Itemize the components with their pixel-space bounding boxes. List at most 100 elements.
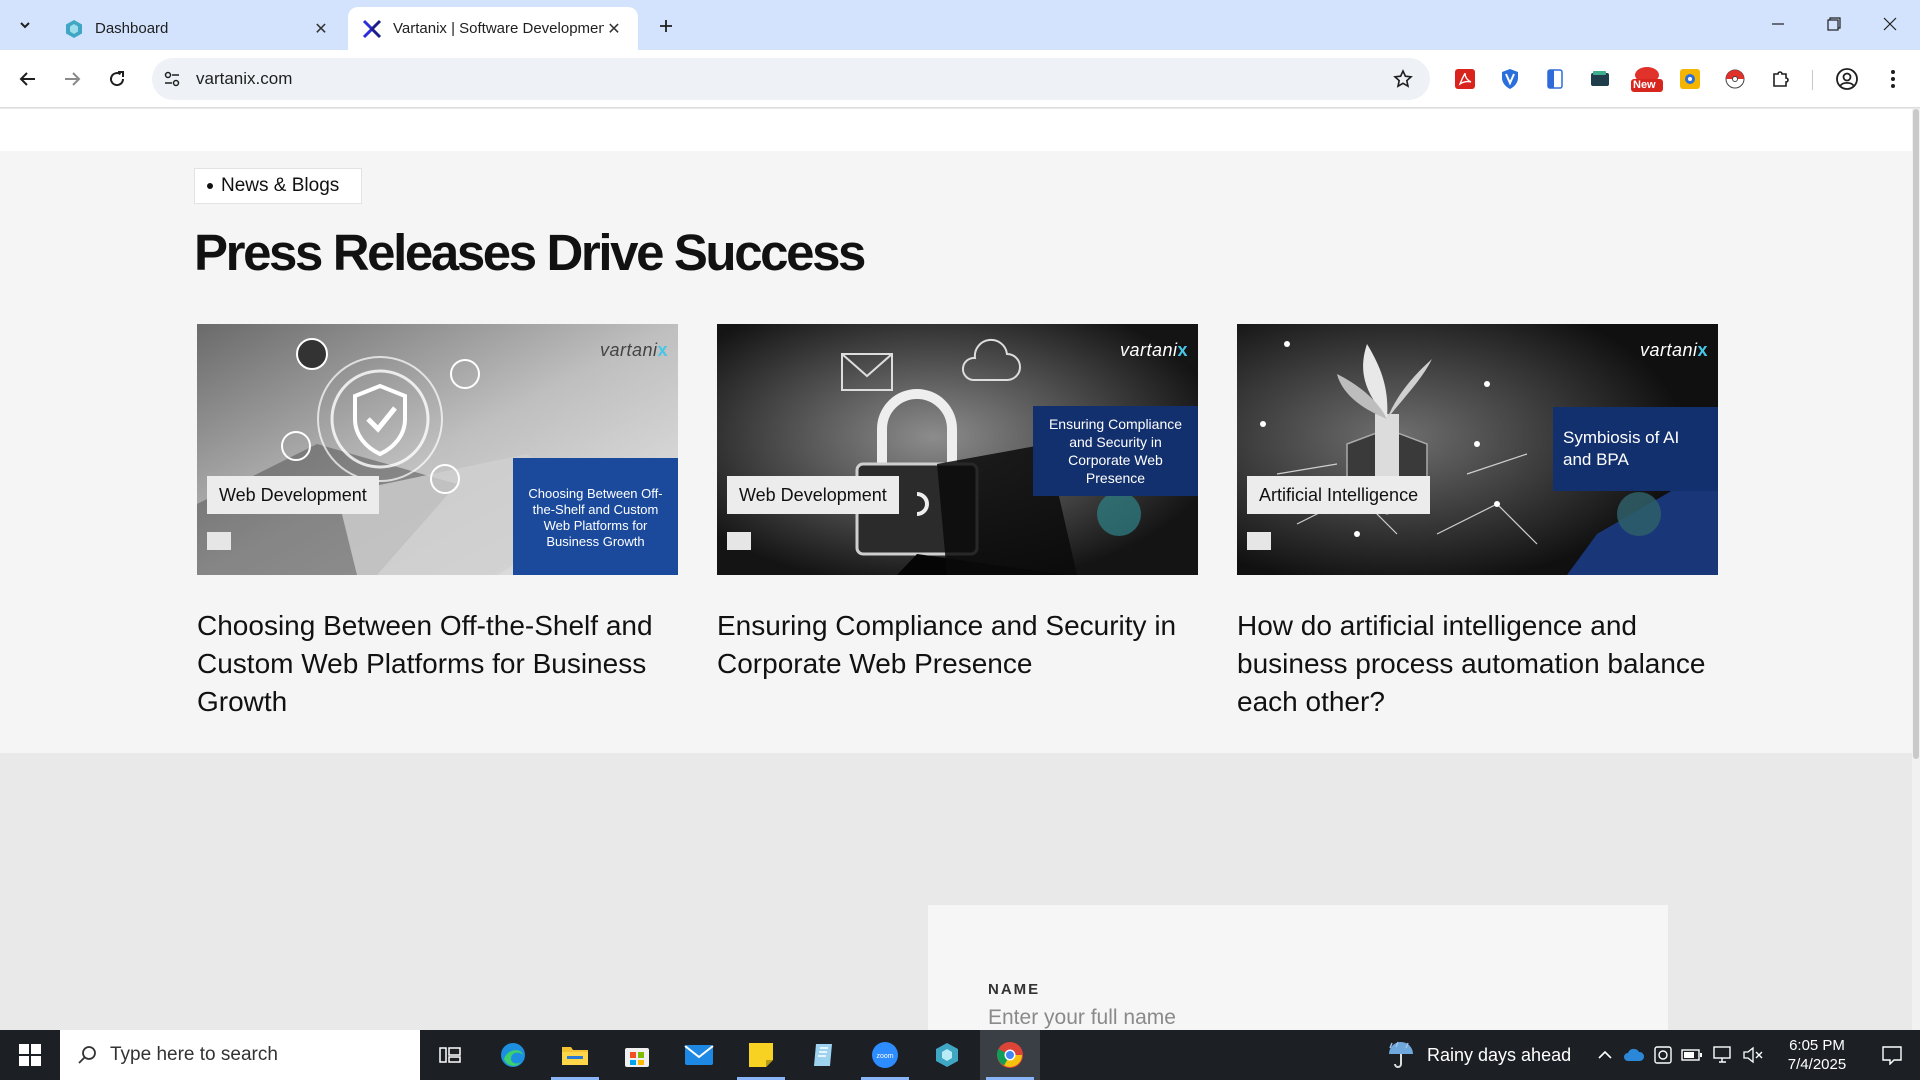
- category-badge[interactable]: Web Development: [207, 476, 379, 514]
- address-bar[interactable]: vartanix.com: [152, 58, 1430, 100]
- toolbar-divider: [1812, 70, 1813, 90]
- new-tab-button[interactable]: [652, 12, 680, 40]
- system-clock[interactable]: 6:05 PM 7/4/2025: [1772, 1036, 1862, 1074]
- zoom-icon[interactable]: zoom: [855, 1030, 915, 1080]
- name-label: NAME: [988, 981, 1041, 998]
- svg-text:zoom: zoom: [876, 1053, 893, 1060]
- web-page: News & Blogs Press Releases Drive Succes…: [0, 109, 1920, 1030]
- site-settings-icon[interactable]: [162, 69, 182, 89]
- section-tag-label: News & Blogs: [221, 175, 340, 196]
- mail-icon[interactable]: [669, 1030, 729, 1080]
- reload-button[interactable]: [102, 64, 132, 94]
- bullet-dot: [207, 183, 213, 189]
- puzzle-icon[interactable]: [1768, 66, 1794, 92]
- name-input[interactable]: [988, 1003, 1608, 1030]
- decorative-square: [1247, 532, 1271, 550]
- notepad-icon[interactable]: [793, 1030, 853, 1080]
- blog-card-image[interactable]: vartanix Symbiosis of AI and BPA Artific…: [1237, 324, 1718, 575]
- section-tag: News & Blogs: [194, 168, 363, 204]
- weather-widget[interactable]: Rainy days ahead: [1385, 1030, 1571, 1080]
- back-button[interactable]: [13, 64, 43, 94]
- wallet-icon[interactable]: [1587, 66, 1613, 92]
- microsoft-store-icon[interactable]: [607, 1030, 667, 1080]
- tab-dashboard[interactable]: Dashboard ✕: [50, 7, 345, 50]
- notifications-icon[interactable]: [1864, 1030, 1920, 1080]
- vartanix-favicon-icon: [362, 19, 382, 38]
- brand-logo: vartanix: [599, 340, 668, 360]
- file-explorer-icon[interactable]: [545, 1030, 605, 1080]
- clock-date: 7/4/2025: [1787, 1056, 1847, 1073]
- shield-icon[interactable]: [1497, 66, 1523, 92]
- blog-card[interactable]: vartanix Symbiosis of AI and BPA Artific…: [1237, 324, 1718, 721]
- volume-muted-icon[interactable]: [1740, 1030, 1766, 1080]
- onedrive-cloud-icon[interactable]: [1621, 1030, 1647, 1080]
- umbrella-rain-icon: [1385, 1039, 1417, 1071]
- tab-title: Vartanix | Software Development: [393, 20, 604, 37]
- blog-card-image[interactable]: vartanix Choosing Between Off-the-Shelf …: [197, 324, 678, 575]
- task-view-icon[interactable]: [420, 1030, 480, 1080]
- chevron-up-icon[interactable]: [1592, 1030, 1618, 1080]
- forward-button[interactable]: [57, 64, 87, 94]
- camera-icon[interactable]: [1677, 66, 1703, 92]
- document-icon[interactable]: [1542, 66, 1568, 92]
- weather-text: Rainy days ahead: [1427, 1044, 1572, 1065]
- category-badge[interactable]: Artificial Intelligence: [1247, 476, 1431, 514]
- blog-card-image[interactable]: vartanix Ensuring Compliance and Securit…: [717, 324, 1198, 575]
- section-title: Press Releases Drive Success: [194, 224, 866, 281]
- profile-icon[interactable]: [1834, 66, 1860, 92]
- sticky-notes-icon[interactable]: [731, 1030, 791, 1080]
- windows-logo-icon: [19, 1044, 41, 1066]
- taskbar: Type here to search zoom Rainy days ahea…: [0, 1030, 1920, 1080]
- scrollbar-thumb[interactable]: [1913, 109, 1919, 759]
- post-title[interactable]: Choosing Between Off-the-Shelf and Custo…: [197, 607, 678, 721]
- close-tab-icon[interactable]: ✕: [311, 19, 331, 39]
- chevron-down-icon: [20, 22, 30, 29]
- header-strip: [0, 109, 1920, 151]
- decorative-square: [207, 532, 231, 550]
- security-center-icon[interactable]: [1650, 1030, 1676, 1080]
- acrobat-icon[interactable]: [1452, 66, 1478, 92]
- edge-icon[interactable]: [483, 1030, 543, 1080]
- restore-icon: [1827, 17, 1841, 31]
- reload-icon: [110, 71, 125, 87]
- pokeball-icon[interactable]: [1722, 66, 1748, 92]
- tab-title: Dashboard: [95, 20, 169, 37]
- brand-logo: vartanix: [1119, 340, 1188, 360]
- contact-form: NAME: [928, 905, 1668, 1030]
- search-placeholder: Type here to search: [110, 1044, 278, 1065]
- arrow-left-icon: [19, 72, 35, 86]
- arrow-right-icon: [65, 72, 81, 86]
- brand-logo: vartanix: [1639, 340, 1708, 360]
- blog-card[interactable]: vartanix Choosing Between Off-the-Shelf …: [197, 324, 678, 721]
- network-icon[interactable]: [1710, 1030, 1736, 1080]
- close-tab-icon[interactable]: ✕: [604, 19, 624, 39]
- restore-button[interactable]: [1806, 0, 1862, 48]
- chrome-icon[interactable]: [980, 1030, 1040, 1080]
- page-scrollbar[interactable]: [1912, 109, 1920, 1030]
- image-caption: Ensuring Compliance and Security in Corp…: [1033, 406, 1198, 496]
- battery-icon[interactable]: [1679, 1030, 1705, 1080]
- app-hexagon-icon[interactable]: [917, 1030, 977, 1080]
- image-caption: Choosing Between Off-the-Shelf and Custo…: [513, 458, 678, 575]
- decorative-square: [727, 532, 751, 550]
- post-title[interactable]: How do artificial intelligence and busin…: [1237, 607, 1718, 721]
- close-window-button[interactable]: [1862, 0, 1918, 48]
- close-icon: [1883, 17, 1897, 31]
- plus-icon: [660, 20, 672, 32]
- minimize-button[interactable]: [1750, 0, 1806, 48]
- menu-kebab-icon[interactable]: [1880, 66, 1906, 92]
- tab-bar: Dashboard ✕ Vartanix | Software Developm…: [0, 0, 1920, 50]
- navigation-bar: vartanix.com New: [0, 50, 1920, 108]
- clock-time: 6:05 PM: [1789, 1037, 1845, 1054]
- new-badge-icon[interactable]: New: [1630, 66, 1664, 92]
- dashboard-favicon-icon: [66, 19, 82, 38]
- taskbar-search[interactable]: Type here to search: [60, 1030, 420, 1080]
- news-section: News & Blogs Press Releases Drive Succes…: [0, 151, 1920, 753]
- blog-card[interactable]: vartanix Ensuring Compliance and Securit…: [717, 324, 1198, 683]
- bookmark-star-icon[interactable]: [1392, 68, 1414, 90]
- tab-vartanix[interactable]: Vartanix | Software Development ✕: [348, 7, 638, 50]
- category-badge[interactable]: Web Development: [727, 476, 899, 514]
- tab-search-button[interactable]: [8, 10, 42, 40]
- post-title[interactable]: Ensuring Compliance and Security in Corp…: [717, 607, 1198, 683]
- start-button[interactable]: [0, 1030, 60, 1080]
